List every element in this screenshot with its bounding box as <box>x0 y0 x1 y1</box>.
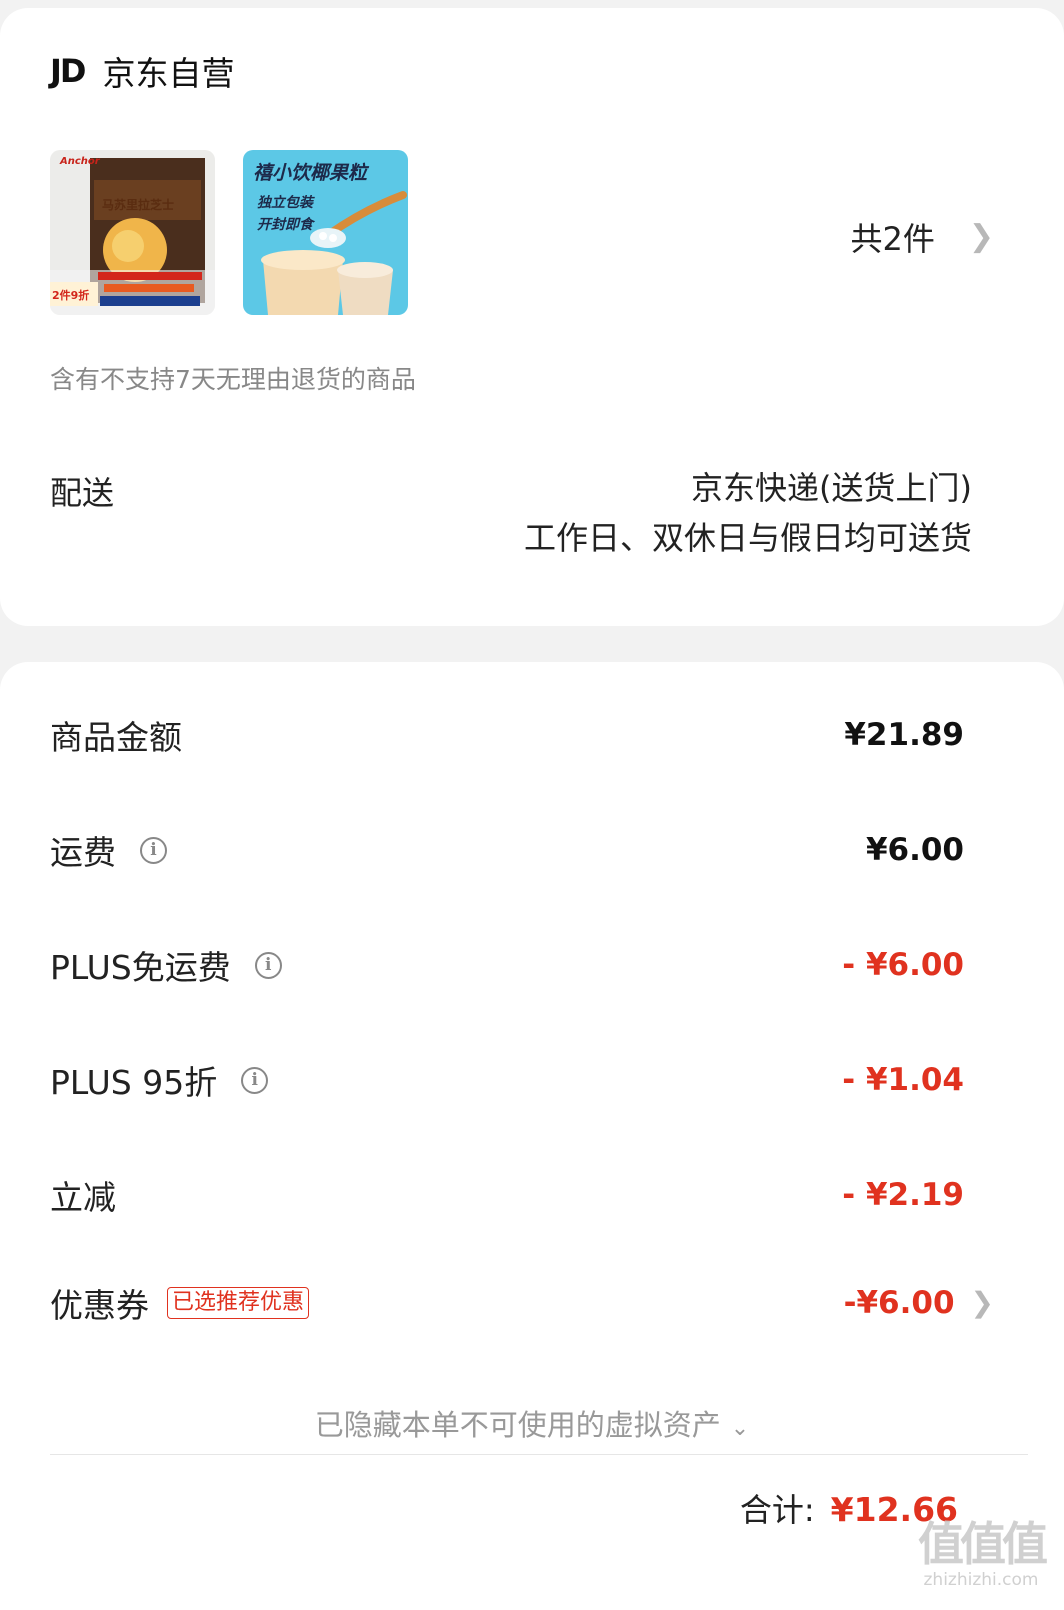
delivery-schedule: 工作日、双休日与假日均可送货 <box>523 519 972 557</box>
summary-row-instant-discount: 立减 - ¥2.19 <box>50 1170 964 1220</box>
plus-discount-label: PLUS 95折 <box>50 1063 218 1102</box>
store-header: JD 京东自营 <box>50 46 234 96</box>
cheese-brand-label: Anchor <box>60 156 100 167</box>
product-thumb-coconut[interactable]: 禧小饮椰果粒 独立包装 开封即食 <box>243 150 408 315</box>
subtotal-label: 商品金额 <box>50 718 182 757</box>
summary-row-coupon[interactable]: 优惠券 已选推荐优惠 -¥6.00 ❯ <box>50 1278 994 1328</box>
hidden-assets-toggle[interactable]: 已隐藏本单不可使用的虚拟资产 ⌄ <box>0 1402 1064 1444</box>
total-label: 合计: <box>739 1491 815 1529</box>
price-summary-card <box>0 662 1064 1610</box>
coconut-product-title: 禧小饮椰果粒 <box>253 162 368 184</box>
plus-free-shipping-value: - ¥6.00 <box>842 947 964 983</box>
jd-logo-icon: JD <box>50 52 86 90</box>
plus-discount-value: - ¥1.04 <box>842 1062 964 1098</box>
shipping-label: 运费 <box>50 833 116 872</box>
plus-free-shipping-label: PLUS免运费 <box>50 948 231 987</box>
delivery-info[interactable]: 京东快递(送货上门) 工作日、双休日与假日均可送货 <box>524 463 972 563</box>
summary-row-shipping: 运费 i ¥6.00 <box>50 825 964 875</box>
delivery-method: 京东快递(送货上门) <box>691 469 972 507</box>
instant-discount-value: - ¥2.19 <box>842 1177 964 1213</box>
summary-row-plus-discount: PLUS 95折 i - ¥1.04 <box>50 1055 964 1105</box>
coupon-value: -¥6.00 <box>843 1285 955 1321</box>
coconut-product-line2: 开封即食 <box>257 217 313 233</box>
site-watermark: 值值值 zhizhizhi.com <box>906 1518 1056 1590</box>
cheese-product-label: 马苏里拉芝士 <box>102 198 175 212</box>
order-items-card: JD 京东自营 Anchor 马苏里拉芝士 2件9折 禧小饮椰果粒 独立包装 开… <box>0 8 1064 626</box>
hidden-assets-label: 已隐藏本单不可使用的虚拟资产 <box>314 1408 721 1442</box>
chevron-right-icon: ❯ <box>970 1286 994 1319</box>
delivery-label: 配送 <box>50 474 115 512</box>
return-policy-notice: 含有不支持7天无理由退货的商品 <box>50 365 416 394</box>
product-thumb-cheese[interactable]: Anchor 马苏里拉芝士 2件9折 <box>50 150 215 315</box>
cheese-promo-badge: 2件9折 <box>52 289 90 302</box>
coconut-product-line1: 独立包装 <box>257 195 313 211</box>
subtotal-value: ¥21.89 <box>844 717 964 753</box>
plus-discount-info-icon[interactable]: i <box>241 1066 269 1094</box>
divider <box>50 1454 1028 1455</box>
summary-row-subtotal: 商品金额 ¥21.89 <box>50 710 964 760</box>
store-name: 京东自营 <box>102 54 235 93</box>
shipping-info-icon[interactable]: i <box>140 836 167 864</box>
item-count-link[interactable]: 共2件 ❯ <box>850 214 994 260</box>
instant-discount-label: 立减 <box>50 1178 116 1217</box>
chevron-down-icon: ⌄ <box>730 1416 750 1441</box>
product-thumbnails[interactable]: Anchor 马苏里拉芝士 2件9折 禧小饮椰果粒 独立包装 开封即食 <box>50 150 408 315</box>
watermark-url: zhizhizhi.com <box>923 1570 1039 1590</box>
coupon-label: 优惠券 <box>50 1286 149 1325</box>
coupon-recommended-tag: 已选推荐优惠 <box>167 1287 310 1319</box>
plus-free-shipping-info-icon[interactable]: i <box>254 951 282 979</box>
chevron-right-icon: ❯ <box>968 219 994 254</box>
summary-row-plus-free-shipping: PLUS免运费 i - ¥6.00 <box>50 940 964 990</box>
shipping-value: ¥6.00 <box>865 832 964 868</box>
watermark-logo: 值值值 <box>918 1517 1048 1571</box>
item-count-label: 共2件 <box>850 220 935 258</box>
